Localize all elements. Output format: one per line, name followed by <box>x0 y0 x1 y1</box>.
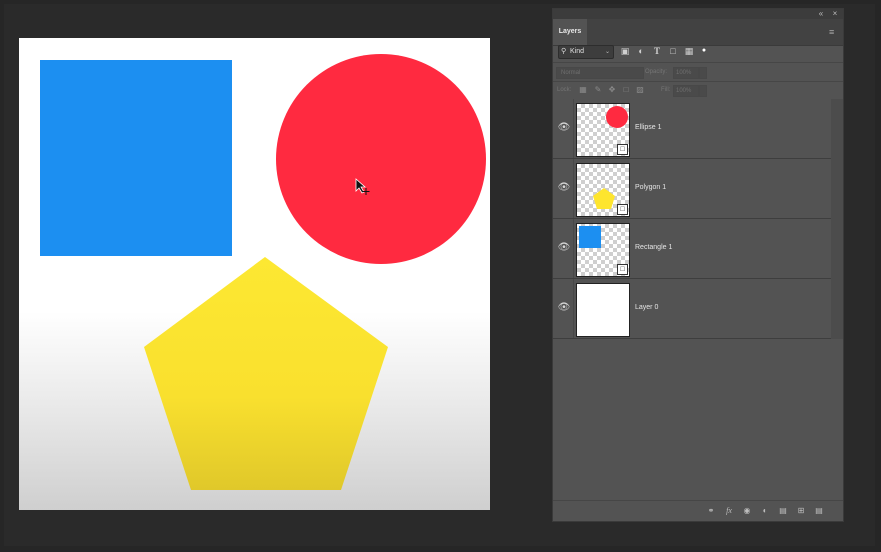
panel-title-bar: « × <box>553 9 843 19</box>
layer-thumbnail: □ <box>576 163 630 217</box>
blend-mode-value: Normal <box>561 70 581 76</box>
type-filter-icon[interactable]: T <box>651 45 663 57</box>
opacity-field[interactable]: 100% <box>673 67 699 79</box>
fill-value: 100% <box>676 88 692 94</box>
lock-transparent-pixels-icon[interactable]: ▦ <box>578 85 588 95</box>
panel-menu-icon[interactable]: ≡ <box>829 27 839 37</box>
chevron-down-icon: ⌄ <box>604 49 610 55</box>
layer-name[interactable]: Rectangle 1 <box>635 241 672 255</box>
move-cursor-icon <box>355 178 370 195</box>
delete-layer-icon[interactable]: ▤ <box>813 505 825 517</box>
layer-row-layer-0[interactable]: 👁 Layer 0 <box>553 279 831 339</box>
layers-bottom-bar: ⚭ fx ◉ ◐ ▤ ⊞ ▤ <box>553 500 843 521</box>
group-folder-icon[interactable]: ▤ <box>777 505 789 517</box>
lock-artboard-icon[interactable]: □ <box>621 85 631 95</box>
layer-thumbnail <box>576 283 630 337</box>
layer-row-ellipse-1[interactable]: 👁 □ Ellipse 1 <box>553 99 831 159</box>
blend-mode-select[interactable]: Normal <box>556 67 644 79</box>
opacity-label: Opacity: <box>645 69 668 75</box>
layer-row-rectangle-1[interactable]: 👁 □ Rectangle 1 <box>553 219 831 279</box>
layers-panel: « × Layers ≡ ⚲ Kind ⌄ ▣ ◐ T □ ▦ ● Normal <box>552 8 844 522</box>
shape-layer-badge-icon: □ <box>617 144 628 155</box>
lock-row: Lock: ▦ ✎ ✥ □ ▨ Fill: 100% <box>553 81 843 99</box>
blend-row: Normal Opacity: 100% <box>553 63 843 81</box>
divider <box>573 99 574 158</box>
fill-field[interactable]: 100% <box>673 85 699 97</box>
opacity-value: 100% <box>676 70 692 76</box>
shape-layer-badge-icon: □ <box>617 264 628 275</box>
adjustment-filter-icon[interactable]: ◐ <box>635 45 647 57</box>
document-canvas[interactable] <box>19 38 490 510</box>
adjustment-layer-icon[interactable]: ◐ <box>759 505 771 517</box>
layer-style-icon[interactable]: fx <box>723 505 735 517</box>
visibility-eye-icon[interactable]: 👁 <box>557 241 571 255</box>
panel-scrollbar[interactable] <box>831 99 843 339</box>
yellow-pentagon-shape[interactable] <box>144 257 388 490</box>
filter-kind-select[interactable]: ⚲ Kind ⌄ <box>558 45 614 59</box>
layer-mask-icon[interactable]: ◉ <box>741 505 753 517</box>
layer-name[interactable]: Layer 0 <box>635 301 658 315</box>
fill-label: Fill: <box>661 87 671 93</box>
visibility-eye-icon[interactable]: 👁 <box>557 121 571 135</box>
opacity-dropdown[interactable] <box>699 67 707 79</box>
app-frame: « × Layers ≡ ⚲ Kind ⌄ ▣ ◐ T □ ▦ ● Normal <box>0 0 881 552</box>
lock-label: Lock: <box>557 87 572 93</box>
layer-name[interactable]: Polygon 1 <box>635 181 666 195</box>
canvas-artwork <box>40 54 486 490</box>
visibility-eye-icon[interactable]: 👁 <box>557 181 571 195</box>
layer-thumbnail: □ <box>576 223 630 277</box>
visibility-eye-icon[interactable]: 👁 <box>557 301 571 315</box>
link-layers-icon[interactable]: ⚭ <box>705 505 717 517</box>
collapse-panel-icon[interactable]: « <box>815 9 827 19</box>
lock-position-icon[interactable]: ✥ <box>607 85 617 95</box>
smart-object-filter-icon[interactable]: ▦ <box>683 45 695 57</box>
divider <box>573 159 574 218</box>
filter-kind-label: Kind <box>570 48 585 55</box>
fill-dropdown[interactable] <box>699 85 707 97</box>
blue-rectangle-shape[interactable] <box>40 60 232 256</box>
shape-layer-badge-icon: □ <box>617 204 628 215</box>
filter-toggle-icon[interactable]: ● <box>698 45 710 57</box>
lock-all-icon[interactable]: ▨ <box>635 85 645 95</box>
close-panel-icon[interactable]: × <box>829 9 841 19</box>
shape-filter-icon[interactable]: □ <box>667 45 679 57</box>
divider <box>573 219 574 278</box>
red-ellipse-shape[interactable] <box>276 54 486 264</box>
divider <box>573 279 574 338</box>
layer-row-polygon-1[interactable]: 👁 □ Polygon 1 <box>553 159 831 219</box>
filter-row: ⚲ Kind ⌄ ▣ ◐ T □ ▦ ● <box>553 41 843 61</box>
lock-image-pixels-icon[interactable]: ✎ <box>593 85 603 95</box>
new-layer-icon[interactable]: ⊞ <box>795 505 807 517</box>
layer-name[interactable]: Ellipse 1 <box>635 121 661 135</box>
image-filter-icon[interactable]: ▣ <box>619 45 631 57</box>
layer-thumbnail: □ <box>576 103 630 157</box>
search-icon: ⚲ <box>561 48 567 55</box>
